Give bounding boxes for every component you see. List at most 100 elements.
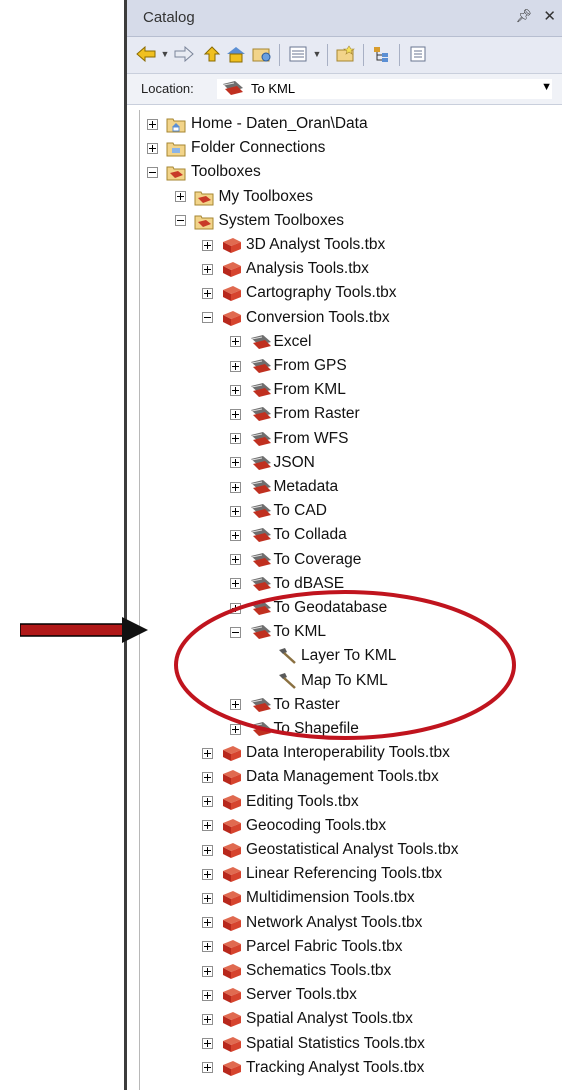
expand-icon[interactable] bbox=[202, 796, 213, 808]
tree-item[interactable]: Toolboxes bbox=[147, 160, 261, 184]
tree-item-label: Conversion Tools.tbx bbox=[246, 308, 390, 326]
tree-item[interactable]: Conversion Tools.tbx bbox=[202, 306, 390, 330]
connect-folder-icon[interactable] bbox=[251, 43, 273, 65]
expand-icon[interactable] bbox=[147, 118, 158, 130]
tree-item[interactable]: Tracking Analyst Tools.tbx bbox=[202, 1056, 424, 1080]
home-icon[interactable] bbox=[225, 43, 247, 65]
location-dropdown[interactable]: To KML ▼ bbox=[217, 79, 552, 99]
tree-item[interactable]: Home - Daten_Oran\Data bbox=[147, 112, 368, 136]
tree-item[interactable]: System Toolboxes bbox=[174, 209, 344, 233]
toolbox-icon bbox=[221, 768, 241, 786]
close-icon[interactable]: ✕ bbox=[543, 7, 556, 25]
expand-icon[interactable] bbox=[229, 433, 241, 445]
tree-item[interactable]: Spatial Statistics Tools.tbx bbox=[202, 1032, 425, 1056]
tree-item[interactable]: Geocoding Tools.tbx bbox=[202, 814, 386, 838]
expand-icon[interactable] bbox=[202, 771, 213, 783]
tree-item[interactable]: Server Tools.tbx bbox=[202, 983, 357, 1007]
expand-icon[interactable] bbox=[229, 529, 241, 541]
tree-item[interactable]: Folder Connections bbox=[147, 136, 325, 160]
tree-item[interactable]: Linear Referencing Tools.tbx bbox=[202, 862, 442, 886]
toolbox-icon bbox=[221, 1059, 241, 1077]
options-icon[interactable] bbox=[407, 43, 429, 65]
toggle-contents-icon[interactable] bbox=[287, 43, 309, 65]
tree-item[interactable]: From KML bbox=[229, 378, 346, 402]
toolbar-separator bbox=[327, 44, 328, 66]
expand-icon[interactable] bbox=[202, 868, 213, 880]
expand-icon[interactable] bbox=[229, 384, 241, 396]
collapse-icon[interactable] bbox=[174, 215, 186, 227]
tree-item[interactable]: Network Analyst Tools.tbx bbox=[202, 911, 422, 935]
expand-icon[interactable] bbox=[202, 941, 213, 953]
tree-item[interactable]: From Raster bbox=[229, 402, 360, 426]
tree-item[interactable]: Metadata bbox=[229, 475, 338, 499]
views-dropdown-icon[interactable]: ▼ bbox=[311, 43, 323, 65]
toolbox-icon bbox=[221, 309, 241, 327]
expand-icon[interactable] bbox=[202, 820, 213, 832]
forward-icon[interactable] bbox=[173, 43, 195, 65]
toolset-icon bbox=[249, 526, 271, 544]
expand-icon[interactable] bbox=[202, 965, 213, 977]
expand-icon[interactable] bbox=[202, 1013, 213, 1025]
expand-icon[interactable] bbox=[229, 336, 241, 348]
back-dropdown-icon[interactable]: ▼ bbox=[159, 43, 171, 65]
expand-icon[interactable] bbox=[202, 263, 213, 275]
chevron-down-icon[interactable]: ▼ bbox=[541, 81, 552, 93]
tree-view-icon[interactable] bbox=[371, 43, 393, 65]
expand-icon[interactable] bbox=[229, 360, 241, 372]
tree-item[interactable]: To CAD bbox=[229, 499, 327, 523]
toolset-icon bbox=[249, 333, 271, 351]
pin-icon[interactable]: 📌︎ bbox=[515, 8, 532, 24]
expand-icon[interactable] bbox=[229, 408, 241, 420]
tree-item[interactable]: Cartography Tools.tbx bbox=[202, 281, 397, 305]
location-bar: Location: To KML ▼ bbox=[127, 74, 562, 105]
tree-item[interactable]: Schematics Tools.tbx bbox=[202, 959, 391, 983]
tree-item[interactable]: Spatial Analyst Tools.tbx bbox=[202, 1007, 413, 1031]
expand-icon[interactable] bbox=[202, 747, 213, 759]
tree-item-label: Network Analyst Tools.tbx bbox=[246, 913, 423, 931]
tree-item[interactable]: From WFS bbox=[229, 427, 348, 451]
expand-icon[interactable] bbox=[202, 917, 213, 929]
tree-item[interactable]: Multidimension Tools.tbx bbox=[202, 886, 415, 910]
expand-icon[interactable] bbox=[174, 191, 186, 203]
tree-item-label: JSON bbox=[273, 453, 315, 471]
tree-item[interactable]: Excel bbox=[229, 330, 311, 354]
tree-item-label: Folder Connections bbox=[191, 139, 326, 157]
toolbox-icon bbox=[221, 986, 241, 1004]
expand-icon[interactable] bbox=[202, 287, 213, 299]
tree-item[interactable]: My Toolboxes bbox=[174, 185, 313, 209]
new-folder-icon[interactable] bbox=[335, 43, 357, 65]
expand-icon[interactable] bbox=[202, 1038, 213, 1050]
expand-icon[interactable] bbox=[202, 892, 213, 904]
tree-item[interactable]: To Collada bbox=[229, 523, 347, 547]
expand-icon[interactable] bbox=[229, 457, 241, 469]
tree-item[interactable]: Data Management Tools.tbx bbox=[202, 765, 439, 789]
tree-item[interactable]: Analysis Tools.tbx bbox=[202, 257, 369, 281]
collapse-icon[interactable] bbox=[202, 312, 213, 324]
expand-icon[interactable] bbox=[229, 481, 241, 493]
tree-item[interactable]: JSON bbox=[229, 451, 315, 475]
expand-icon[interactable] bbox=[202, 239, 213, 251]
tree-item[interactable]: Editing Tools.tbx bbox=[202, 790, 359, 814]
toolbar-separator bbox=[363, 44, 364, 66]
tree-item[interactable]: Parcel Fabric Tools.tbx bbox=[202, 935, 403, 959]
tree-item-label: Toolboxes bbox=[191, 163, 261, 181]
up-one-level-icon[interactable] bbox=[201, 43, 223, 65]
tree-item-label: Linear Referencing Tools.tbx bbox=[246, 865, 443, 883]
toolset-icon bbox=[249, 478, 271, 496]
tree-item-label: Parcel Fabric Tools.tbx bbox=[246, 937, 403, 955]
back-icon[interactable] bbox=[135, 43, 157, 65]
expand-icon[interactable] bbox=[229, 554, 241, 566]
tree-item[interactable]: 3D Analyst Tools.tbx bbox=[202, 233, 385, 257]
expand-icon[interactable] bbox=[202, 989, 213, 1001]
expand-icon[interactable] bbox=[202, 844, 213, 856]
tree-item[interactable]: Geostatistical Analyst Tools.tbx bbox=[202, 838, 459, 862]
toolbox-folder-icon bbox=[194, 212, 214, 230]
tree-item-label: To CAD bbox=[273, 502, 327, 520]
expand-icon[interactable] bbox=[202, 1062, 213, 1074]
collapse-icon[interactable] bbox=[147, 166, 158, 178]
tree-item[interactable]: To Coverage bbox=[229, 548, 361, 572]
tree-item[interactable]: From GPS bbox=[229, 354, 347, 378]
expand-icon[interactable] bbox=[229, 505, 241, 517]
toolbar-separator bbox=[279, 44, 280, 66]
expand-icon[interactable] bbox=[147, 142, 158, 154]
